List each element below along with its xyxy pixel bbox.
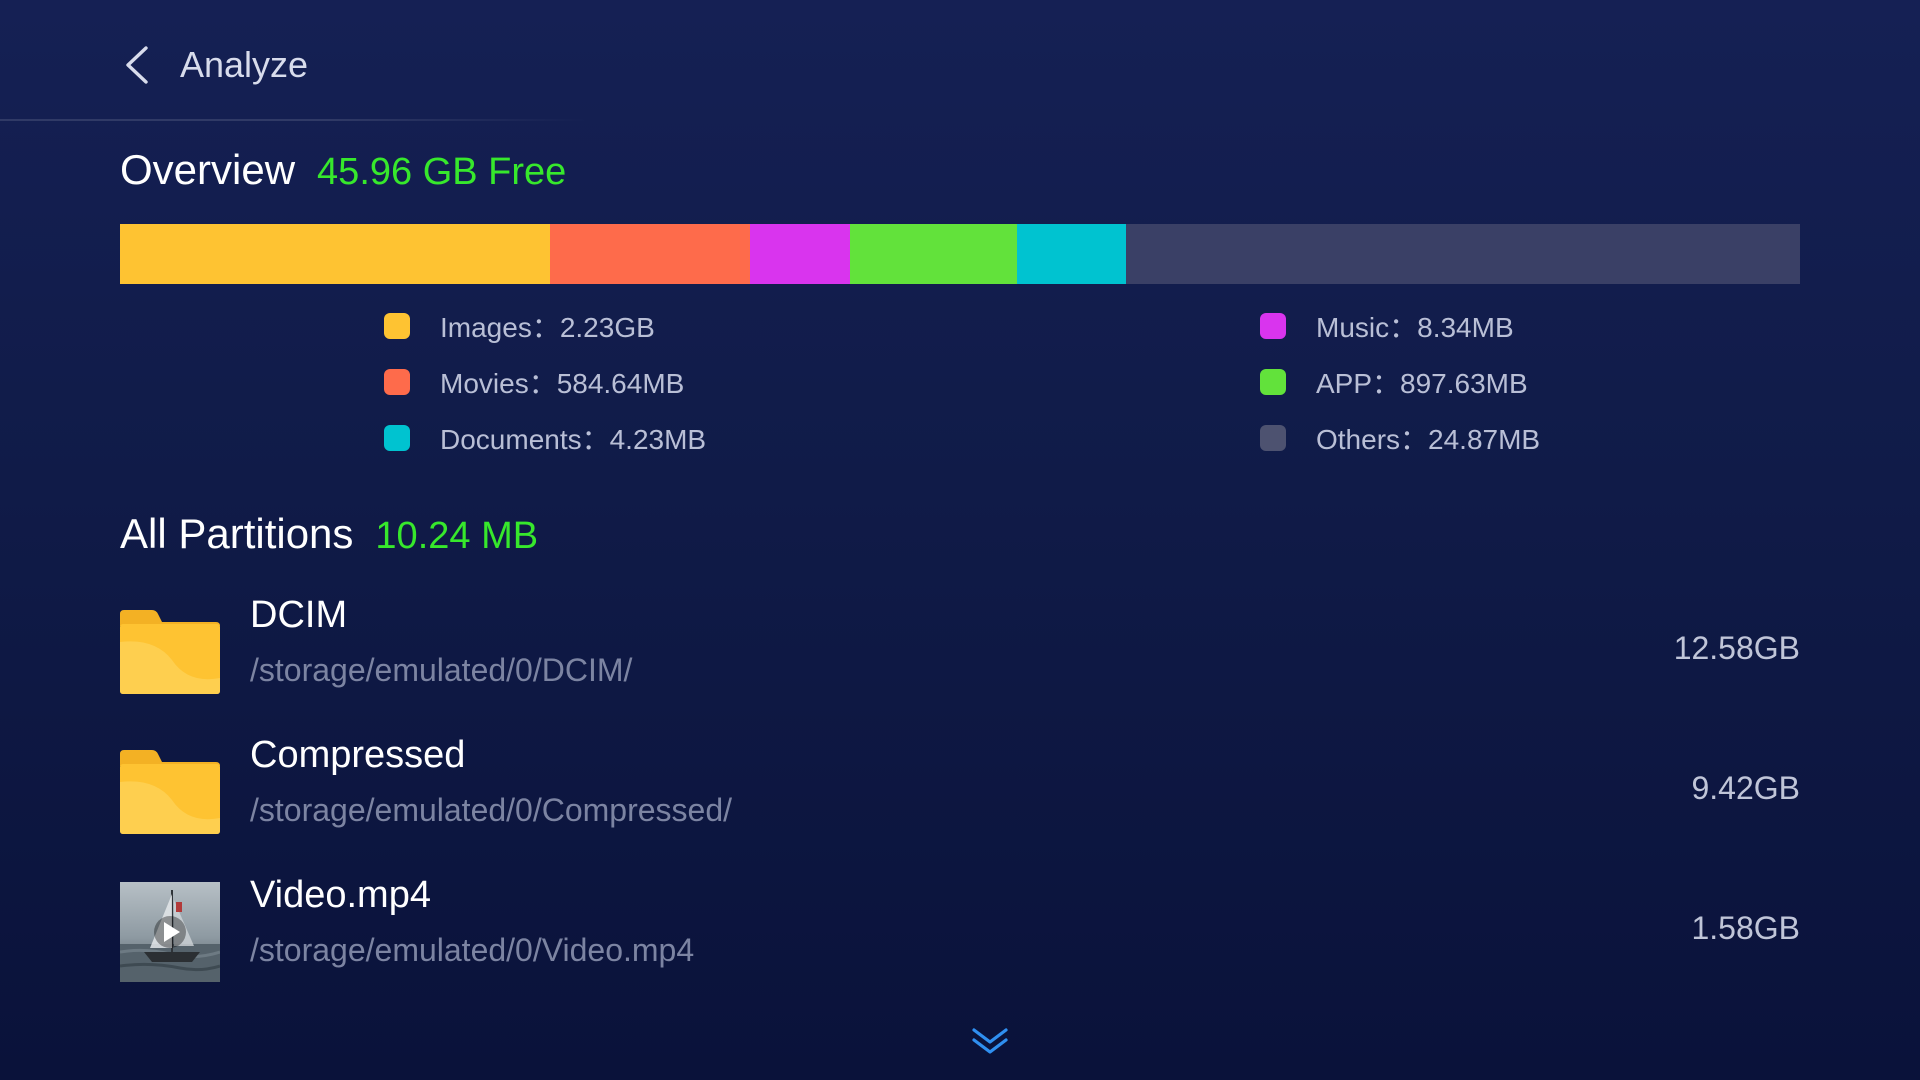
folder-icon [120, 742, 220, 842]
overview-title: Overview [120, 146, 296, 193]
list-item-video[interactable]: Video.mp4 /storage/emulated/0/Video.mp4 … [119, 864, 1800, 1004]
bar-segment-documents [1016, 224, 1126, 284]
legend-item-music: Music：8.34MB [1260, 306, 1514, 346]
item-name: DCIM [250, 594, 348, 636]
legend-item-images: Images：2.23GB [384, 306, 655, 346]
overview-heading: Overview 45.96 GB Free [120, 146, 566, 194]
music-color-swatch [1260, 313, 1286, 339]
chevron-left-icon [126, 46, 148, 84]
movies-color-swatch [384, 369, 410, 395]
legend-item-documents: Documents：4.23MB [384, 418, 706, 458]
legend-label: Movies：584.64MB [440, 368, 685, 399]
app-color-swatch [1260, 369, 1286, 395]
list-item-dcim[interactable]: DCIM /storage/emulated/0/DCIM/ 12.58GB [120, 584, 1800, 724]
storage-usage-bar [120, 224, 1800, 284]
item-name: Video.mp4 [250, 874, 431, 916]
item-path: /storage/emulated/0/DCIM/ [250, 652, 633, 688]
scroll-down-button[interactable] [970, 1024, 1010, 1060]
legend-label: Documents：4.23MB [440, 424, 707, 455]
free-space-label: 45.96 GB Free [317, 151, 567, 193]
item-path: /storage/emulated/0/Video.mp4 [250, 932, 695, 968]
item-name: Compressed [250, 734, 466, 776]
folder-icon [120, 602, 220, 702]
bar-segment-movies [550, 224, 750, 284]
others-color-swatch [1260, 425, 1286, 451]
list-item-compressed[interactable]: Compressed /storage/emulated/0/Compresse… [120, 724, 1800, 864]
legend-label: Images：2.23GB [440, 312, 655, 343]
documents-color-swatch [384, 425, 410, 451]
video-thumbnail [119, 882, 221, 982]
bar-segment-music [749, 224, 850, 284]
images-color-swatch [384, 313, 410, 339]
legend-item-movies: Movies：584.64MB [384, 362, 684, 402]
page-title: Analyze [180, 44, 309, 85]
partitions-heading: All Partitions 10.24 MB [120, 510, 538, 558]
header-divider [0, 119, 590, 121]
legend-label: Music：8.34MB [1316, 312, 1514, 343]
bar-segment-others [1125, 224, 1800, 284]
partitions-title: All Partitions [120, 510, 354, 557]
item-size: 9.42GB [1691, 770, 1800, 806]
legend-item-app: APP：897.63MB [1260, 362, 1528, 402]
item-size: 1.58GB [1691, 910, 1800, 946]
bar-segment-app [849, 224, 1017, 284]
bar-segment-images [120, 224, 551, 284]
partitions-size-label: 10.24 MB [375, 515, 539, 557]
back-button[interactable] [118, 40, 160, 90]
legend-item-others: Others：24.87MB [1260, 418, 1540, 458]
item-size: 12.58GB [1673, 630, 1800, 666]
legend-label: APP：897.63MB [1316, 368, 1528, 399]
storage-legend: Images：2.23GB Movies：584.64MB Documents：… [0, 306, 1920, 476]
partition-list: DCIM /storage/emulated/0/DCIM/ 12.58GB C… [119, 584, 1800, 1004]
legend-label: Others：24.87MB [1316, 424, 1541, 455]
double-chevron-down-icon [972, 1028, 1008, 1054]
header: Analyze [0, 0, 1920, 122]
item-path: /storage/emulated/0/Compressed/ [250, 792, 733, 828]
